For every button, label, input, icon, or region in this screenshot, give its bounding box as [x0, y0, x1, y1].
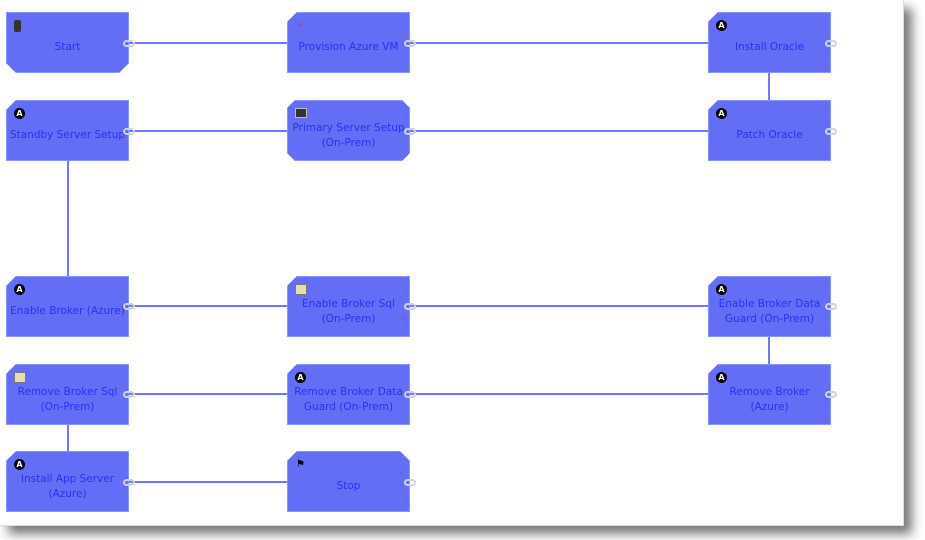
- node-label: Enable Broker (Azure): [10, 305, 125, 317]
- node-label: Install Oracle: [734, 41, 805, 53]
- node-label: Enable Broker Sql (On-Prem): [302, 297, 395, 325]
- node-label: Enable Broker Data Guard (On-Prem): [718, 297, 821, 325]
- link-icon[interactable]: [825, 40, 837, 47]
- node-enable-broker-sql[interactable]: Enable Broker Sql (On-Prem): [287, 276, 410, 337]
- link-icon[interactable]: [404, 303, 416, 310]
- ansible-icon: A: [14, 284, 25, 295]
- node-enable-broker-azure[interactable]: A Enable Broker (Azure): [6, 276, 129, 337]
- node-enable-broker-data-guard[interactable]: A Enable Broker Data Guard (On-Prem): [708, 276, 831, 337]
- ansible-icon: A: [295, 372, 306, 383]
- ansible-icon: A: [14, 459, 25, 470]
- ansible-icon: A: [716, 284, 727, 295]
- node-stop[interactable]: ⚑ Stop: [287, 451, 410, 512]
- node-label: Remove Broker Sql (On-Prem): [17, 385, 118, 413]
- link-icon[interactable]: [825, 391, 837, 398]
- node-label: Start: [54, 41, 81, 53]
- link-icon[interactable]: [123, 391, 135, 398]
- script-icon: [14, 372, 26, 383]
- link-icon[interactable]: [123, 40, 135, 47]
- ansible-icon: A: [14, 108, 25, 119]
- script-icon: [295, 284, 307, 295]
- link-icon[interactable]: [825, 303, 837, 310]
- node-label: Primary Server Setup (On-Prem): [292, 121, 405, 149]
- node-install-oracle[interactable]: A Install Oracle: [708, 12, 831, 73]
- node-remove-broker-azure[interactable]: A Remove Broker (Azure): [708, 364, 831, 425]
- link-icon[interactable]: [404, 479, 416, 486]
- node-start[interactable]: Start: [6, 12, 129, 73]
- link-icon[interactable]: [123, 128, 135, 135]
- node-remove-broker-data-guard[interactable]: A Remove Broker Data Guard (On-Prem): [287, 364, 410, 425]
- link-icon[interactable]: [123, 303, 135, 310]
- node-label: Install App Server (Azure): [20, 472, 115, 500]
- node-remove-broker-sql[interactable]: Remove Broker Sql (On-Prem): [6, 364, 129, 425]
- node-label: Patch Oracle: [736, 129, 803, 141]
- ansible-icon: A: [716, 108, 727, 119]
- node-label: Provision Azure VM: [298, 41, 399, 53]
- node-install-app-server[interactable]: A Install App Server (Azure): [6, 451, 129, 512]
- link-icon[interactable]: [825, 128, 837, 135]
- node-standby-server-setup[interactable]: A Standby Server Setup: [6, 100, 129, 161]
- node-label: Stop: [336, 480, 361, 492]
- node-label: Remove Broker Data Guard (On-Prem): [294, 385, 403, 413]
- workflow-canvas[interactable]: Start ⑂ Provision Azure VM A Install Ora…: [0, 0, 904, 526]
- ansible-icon: A: [716, 372, 727, 383]
- node-provision-azure-vm[interactable]: ⑂ Provision Azure VM: [287, 12, 410, 73]
- checkered-flag-icon: ⚑: [296, 459, 305, 470]
- node-label: Remove Broker (Azure): [729, 385, 810, 413]
- link-icon[interactable]: [123, 479, 135, 486]
- traffic-light-icon: [14, 20, 21, 32]
- azure-vm-icon: ⑂: [297, 20, 304, 31]
- node-label: Standby Server Setup: [9, 129, 126, 141]
- link-icon[interactable]: [404, 391, 416, 398]
- link-icon[interactable]: [404, 128, 416, 135]
- terminal-icon: [295, 108, 307, 118]
- node-patch-oracle[interactable]: A Patch Oracle: [708, 100, 831, 161]
- ansible-icon: A: [716, 20, 727, 31]
- connectors: [67, 42, 770, 483]
- node-primary-server-setup[interactable]: Primary Server Setup (On-Prem): [287, 100, 410, 161]
- link-icon[interactable]: [404, 40, 416, 47]
